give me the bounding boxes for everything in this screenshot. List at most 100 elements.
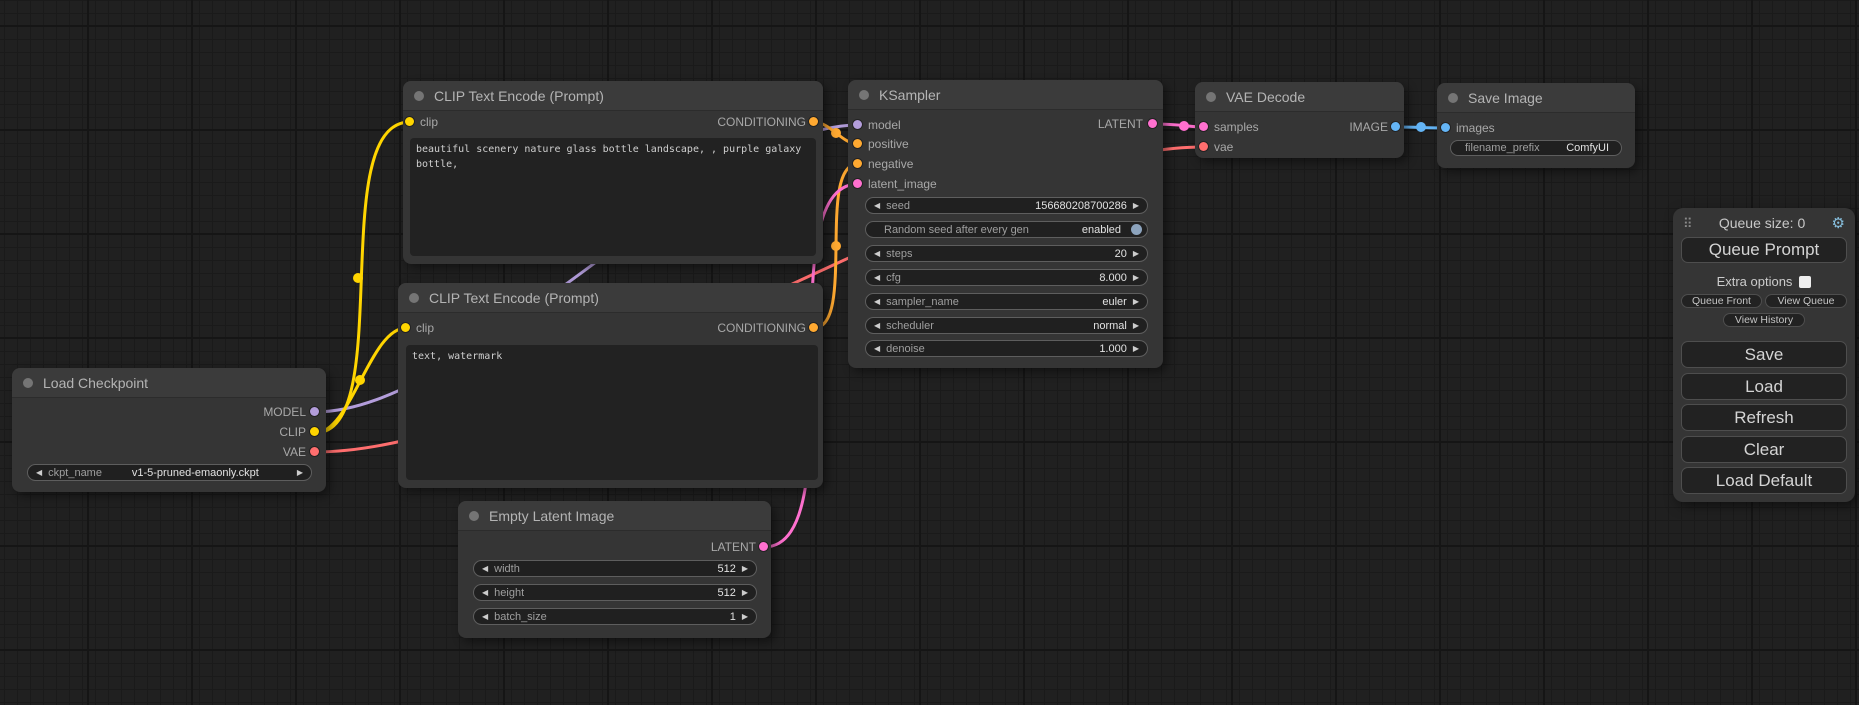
steps-widget[interactable]: ◀ steps 20 ▶ [865,245,1148,262]
widget-label: denoise [886,343,925,355]
stepper-right-icon[interactable]: ▶ [742,589,748,597]
output-port-model[interactable] [310,407,319,416]
extra-options-checkbox[interactable] [1799,276,1811,288]
input-port-clip[interactable] [401,323,410,332]
input-port-vae[interactable] [1199,142,1208,151]
widget-value: 1.000 [1099,343,1127,355]
widget-label: scheduler [886,320,934,332]
stepper-right-icon[interactable]: ▶ [297,469,303,477]
node-empty-latent-image[interactable]: Empty Latent Image LATENT ◀ width 512 ▶ … [458,501,771,638]
stepper-left-icon[interactable]: ◀ [874,322,880,330]
height-widget[interactable]: ◀ height 512 ▶ [473,584,757,601]
input-port-latent-image[interactable] [853,179,862,188]
batch-size-widget[interactable]: ◀ batch_size 1 ▶ [473,608,757,625]
collapse-dot-icon[interactable] [469,511,479,521]
node-title-bar[interactable]: Save Image [1437,83,1635,113]
toggle-on-icon[interactable] [1131,224,1142,235]
queue-prompt-button[interactable]: Queue Prompt [1681,237,1847,263]
load-button[interactable]: Load [1681,373,1847,400]
node-title-bar[interactable]: Load Checkpoint [12,368,326,398]
output-label-conditioning: CONDITIONING [717,115,806,129]
stepper-left-icon[interactable]: ◀ [874,250,880,258]
stepper-left-icon[interactable]: ◀ [36,469,42,477]
load-default-button[interactable]: Load Default [1681,467,1847,494]
node-ksampler[interactable]: KSampler model positive negative latent_… [848,80,1163,368]
node-clip-text-encode-positive[interactable]: CLIP Text Encode (Prompt) clip CONDITION… [403,81,823,264]
stepper-right-icon[interactable]: ▶ [1133,202,1139,210]
collapse-dot-icon[interactable] [414,91,424,101]
output-port-clip[interactable] [310,427,319,436]
stepper-right-icon[interactable]: ▶ [742,565,748,573]
input-port-negative[interactable] [853,159,862,168]
widget-value: ComfyUI [1566,142,1609,154]
output-port-conditioning[interactable] [809,323,818,332]
stepper-left-icon[interactable]: ◀ [482,613,488,621]
collapse-dot-icon[interactable] [23,378,33,388]
node-title-bar[interactable]: CLIP Text Encode (Prompt) [403,81,823,111]
widget-value: 8.000 [1099,272,1127,284]
widget-label: batch_size [494,611,547,623]
input-port-clip[interactable] [405,117,414,126]
ckpt-name-widget[interactable]: ◀ ckpt_name v1-5-pruned-emaonly.ckpt ▶ [27,464,312,481]
node-title: Empty Latent Image [489,508,614,524]
prompt-textarea[interactable]: text, watermark [406,345,818,480]
output-port-vae[interactable] [310,447,319,456]
stepper-left-icon[interactable]: ◀ [874,274,880,282]
sampler-name-widget[interactable]: ◀ sampler_name euler ▶ [865,293,1148,310]
stepper-right-icon[interactable]: ▶ [1133,250,1139,258]
queue-front-button[interactable]: Queue Front [1681,294,1762,308]
node-title-bar[interactable]: VAE Decode [1195,82,1404,112]
node-title-bar[interactable]: Empty Latent Image [458,501,771,531]
stepper-left-icon[interactable]: ◀ [874,202,880,210]
output-label-latent: LATENT [1098,117,1143,131]
filename-prefix-widget[interactable]: filename_prefix ComfyUI [1450,140,1622,156]
comfyui-canvas[interactable]: { "colors": { "model": "#b39ddb", "clip"… [0,0,1859,705]
gear-icon[interactable]: ⚙ [1832,216,1845,231]
refresh-button[interactable]: Refresh [1681,404,1847,431]
collapse-dot-icon[interactable] [1448,93,1458,103]
view-history-button[interactable]: View History [1723,313,1805,327]
view-queue-button[interactable]: View Queue [1765,294,1847,308]
output-port-conditioning[interactable] [809,117,818,126]
collapse-dot-icon[interactable] [859,90,869,100]
seed-widget[interactable]: ◀ seed 156680208700286 ▶ [865,197,1148,214]
stepper-left-icon[interactable]: ◀ [874,345,880,353]
save-button[interactable]: Save [1681,341,1847,368]
input-port-images[interactable] [1441,123,1450,132]
input-label-model: model [868,118,901,132]
node-save-image[interactable]: Save Image images filename_prefix ComfyU… [1437,83,1635,168]
stepper-left-icon[interactable]: ◀ [482,565,488,573]
stepper-right-icon[interactable]: ▶ [1133,322,1139,330]
output-port-latent[interactable] [759,542,768,551]
output-port-latent[interactable] [1148,119,1157,128]
clear-button[interactable]: Clear [1681,436,1847,463]
random-seed-toggle[interactable]: Random seed after every gen enabled [865,221,1148,238]
drag-handle-icon[interactable]: ⠿ [1683,217,1693,230]
node-vae-decode[interactable]: VAE Decode samples vae IMAGE [1195,82,1404,158]
stepper-left-icon[interactable]: ◀ [874,298,880,306]
scheduler-widget[interactable]: ◀ scheduler normal ▶ [865,317,1148,334]
node-title-bar[interactable]: CLIP Text Encode (Prompt) [398,283,823,313]
width-widget[interactable]: ◀ width 512 ▶ [473,560,757,577]
output-port-image[interactable] [1391,122,1400,131]
denoise-widget[interactable]: ◀ denoise 1.000 ▶ [865,340,1148,357]
node-title-bar[interactable]: KSampler [848,80,1163,110]
cfg-widget[interactable]: ◀ cfg 8.000 ▶ [865,269,1148,286]
node-load-checkpoint[interactable]: Load Checkpoint MODEL CLIP VAE ◀ ckpt_na… [12,368,326,492]
stepper-right-icon[interactable]: ▶ [1133,345,1139,353]
node-title: CLIP Text Encode (Prompt) [434,88,604,104]
stepper-right-icon[interactable]: ▶ [742,613,748,621]
input-port-positive[interactable] [853,139,862,148]
widget-value: 156680208700286 [1035,200,1127,212]
node-clip-text-encode-negative[interactable]: CLIP Text Encode (Prompt) clip CONDITION… [398,283,823,488]
stepper-right-icon[interactable]: ▶ [1133,274,1139,282]
input-port-samples[interactable] [1199,122,1208,131]
link-dot [353,273,363,283]
stepper-left-icon[interactable]: ◀ [482,589,488,597]
input-port-model[interactable] [853,120,862,129]
collapse-dot-icon[interactable] [409,293,419,303]
output-label-vae: VAE [283,445,306,459]
prompt-textarea[interactable]: beautiful scenery nature glass bottle la… [410,138,816,256]
collapse-dot-icon[interactable] [1206,92,1216,102]
stepper-right-icon[interactable]: ▶ [1133,298,1139,306]
